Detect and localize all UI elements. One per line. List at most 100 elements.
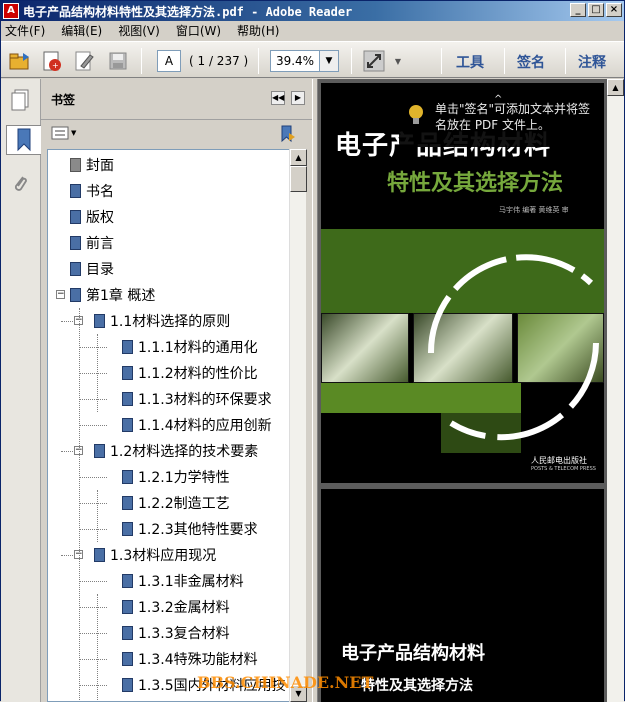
zoom-input[interactable]: 39.4% bbox=[270, 50, 320, 72]
page-thumbnails-icon bbox=[11, 89, 29, 111]
menu-view[interactable]: 视图(V) bbox=[118, 22, 160, 39]
tree-connector bbox=[79, 503, 107, 504]
bookmark-item[interactable]: 1.3.4特殊功能材料 bbox=[120, 646, 258, 672]
scroll-thumb[interactable] bbox=[290, 166, 307, 192]
bookmark-label: 1.2材料选择的技术要素 bbox=[110, 444, 259, 460]
scroll-up-button[interactable]: ▲ bbox=[607, 79, 624, 96]
bookmark-icon bbox=[68, 184, 81, 198]
bookmark-item[interactable]: 目录 bbox=[68, 256, 114, 282]
paperclip-icon bbox=[14, 176, 27, 191]
toolbar-separator bbox=[141, 48, 142, 74]
bookmarks-panel: 书签 ◀◀ ▶ ▼ 封面 书名 版权 前言 目录 第1章 概述 −1.1材料选择的原则 −1.… bbox=[41, 79, 312, 702]
page-thumbnails-button[interactable] bbox=[6, 85, 34, 115]
menu-window[interactable]: 窗口(W) bbox=[176, 22, 221, 39]
bookmark-label: 1.2.3其他特性要求 bbox=[138, 522, 258, 538]
bookmark-item[interactable]: 封面 bbox=[68, 152, 114, 178]
bookmark-item[interactable]: 1.3材料应用现况 bbox=[92, 542, 216, 568]
fit-view-button[interactable] bbox=[361, 48, 387, 74]
zoom-dropdown-button[interactable]: ▼ bbox=[319, 50, 339, 72]
bookmark-label: 前言 bbox=[86, 236, 114, 252]
tree-connector bbox=[79, 633, 107, 634]
bookmark-item[interactable]: 1.3.2金属材料 bbox=[120, 594, 230, 620]
attachments-button[interactable] bbox=[6, 169, 34, 199]
tree-connector bbox=[97, 334, 98, 412]
tree-connector bbox=[79, 529, 107, 530]
bookmark-item[interactable]: 1.3.3复合材料 bbox=[120, 620, 230, 646]
tree-connector bbox=[79, 581, 107, 582]
panel-next-button[interactable]: ▶ bbox=[291, 91, 305, 105]
open-file-button[interactable] bbox=[7, 48, 33, 74]
bookmark-item[interactable]: 1.2.3其他特性要求 bbox=[120, 516, 258, 542]
page-count: ( 1 / 237 ) bbox=[189, 54, 249, 68]
document-scrollbar[interactable]: ▲ bbox=[607, 79, 624, 702]
tools-pane-button[interactable]: 工具 bbox=[456, 52, 484, 72]
tree-connector bbox=[79, 425, 107, 426]
bookmark-icon bbox=[120, 340, 133, 354]
bookmark-label: 1.1材料选择的原则 bbox=[110, 314, 231, 330]
watermark-text: BBS.CHINADE.NET bbox=[197, 673, 374, 692]
create-pdf-icon: + bbox=[43, 51, 61, 71]
bookmark-icon bbox=[120, 366, 133, 380]
toolbar-separator bbox=[504, 48, 505, 74]
bookmark-label: 书名 bbox=[86, 184, 114, 200]
document-view[interactable]: 电子产品结构材料 特性及其选择方法 马宇伟 编著 黄维英 审 人民邮电出版社 P… bbox=[318, 79, 607, 702]
bookmark-item[interactable]: 1.1.4材料的应用创新 bbox=[120, 412, 272, 438]
page2-title: 电子产品结构材料 bbox=[341, 643, 485, 664]
bookmarks-button[interactable] bbox=[6, 125, 41, 155]
bookmark-item[interactable]: 版权 bbox=[68, 204, 114, 230]
sign-pane-button[interactable]: 签名 bbox=[517, 52, 545, 72]
bookmark-item[interactable]: 1.2.1力学特性 bbox=[120, 464, 230, 490]
tree-connector bbox=[79, 659, 107, 660]
lightbulb-icon bbox=[409, 105, 423, 124]
bookmark-item[interactable]: 1.2.2制造工艺 bbox=[120, 490, 230, 516]
comment-pane-button[interactable]: 注释 bbox=[578, 52, 606, 72]
collapse-toggle[interactable]: − bbox=[56, 290, 65, 299]
bookmark-icon bbox=[68, 236, 81, 250]
collapse-panel-button[interactable]: ◀◀ bbox=[271, 91, 285, 105]
bookmark-item[interactable]: 1.1.1材料的通用化 bbox=[120, 334, 258, 360]
tree-connector bbox=[97, 490, 98, 542]
cover-ring-graphic bbox=[427, 254, 599, 441]
bookmark-item[interactable]: 前言 bbox=[68, 230, 114, 256]
right-arrow-icon: ▶ bbox=[294, 93, 302, 102]
bookmarks-scrollbar[interactable]: ▲ ▼ bbox=[289, 149, 307, 702]
tree-connector bbox=[79, 347, 107, 348]
scroll-up-button[interactable]: ▲ bbox=[290, 149, 307, 166]
save-disk-icon bbox=[109, 52, 127, 70]
bookmark-label: 1.2.2制造工艺 bbox=[138, 496, 230, 512]
bookmark-label: 1.3.4特殊功能材料 bbox=[138, 652, 258, 668]
bookmark-item[interactable]: 1.1.2材料的性价比 bbox=[120, 360, 258, 386]
tree-connector bbox=[79, 685, 107, 686]
bookmark-search-icon bbox=[281, 125, 295, 143]
bookmark-item[interactable]: 第1章 概述 bbox=[68, 282, 155, 308]
page-icon bbox=[68, 158, 81, 172]
up-arrow-icon: ▲ bbox=[295, 153, 302, 162]
create-pdf-button[interactable]: + bbox=[39, 48, 65, 74]
menu-edit[interactable]: 编辑(E) bbox=[61, 22, 102, 39]
fit-view-dropdown[interactable]: ▼ bbox=[391, 48, 405, 74]
caret-up-icon[interactable]: ^ bbox=[494, 92, 502, 108]
page-number-input[interactable]: A bbox=[157, 50, 181, 72]
bookmark-icon bbox=[120, 522, 133, 536]
edit-pdf-button[interactable] bbox=[71, 48, 97, 74]
bookmark-item[interactable]: 1.1材料选择的原则 bbox=[92, 308, 230, 334]
bookmark-ribbon-icon bbox=[17, 128, 31, 152]
bookmark-item[interactable]: 1.1.3材料的环保要求 bbox=[120, 386, 272, 412]
bookmark-label: 1.3材料应用现况 bbox=[110, 548, 217, 564]
expand-bookmark-button[interactable] bbox=[279, 125, 297, 146]
bookmark-item[interactable]: 1.2材料选择的技术要素 bbox=[92, 438, 258, 464]
title-bar[interactable]: A 电子产品结构材料特性及其选择方法.pdf - Adobe Reader _ … bbox=[1, 1, 624, 21]
minimize-button[interactable]: _ bbox=[570, 3, 586, 17]
save-button[interactable] bbox=[105, 48, 131, 74]
maximize-button[interactable]: □ bbox=[588, 3, 604, 17]
bookmark-icon bbox=[92, 314, 105, 328]
window-title: 电子产品结构材料特性及其选择方法.pdf - Adobe Reader bbox=[23, 4, 353, 19]
menu-help[interactable]: 帮助(H) bbox=[237, 22, 279, 39]
menu-file[interactable]: 文件(F) bbox=[5, 22, 45, 39]
bookmark-label: 目录 bbox=[86, 262, 114, 278]
close-button[interactable]: × bbox=[606, 3, 622, 17]
bookmark-item[interactable]: 1.3.1非金属材料 bbox=[120, 568, 244, 594]
options-menu-button[interactable]: ▼ bbox=[51, 126, 76, 140]
bookmark-item[interactable]: 书名 bbox=[68, 178, 114, 204]
bookmarks-tree[interactable]: 封面 书名 版权 前言 目录 第1章 概述 −1.1材料选择的原则 −1.1.1材料的通用化 1… bbox=[47, 149, 296, 702]
